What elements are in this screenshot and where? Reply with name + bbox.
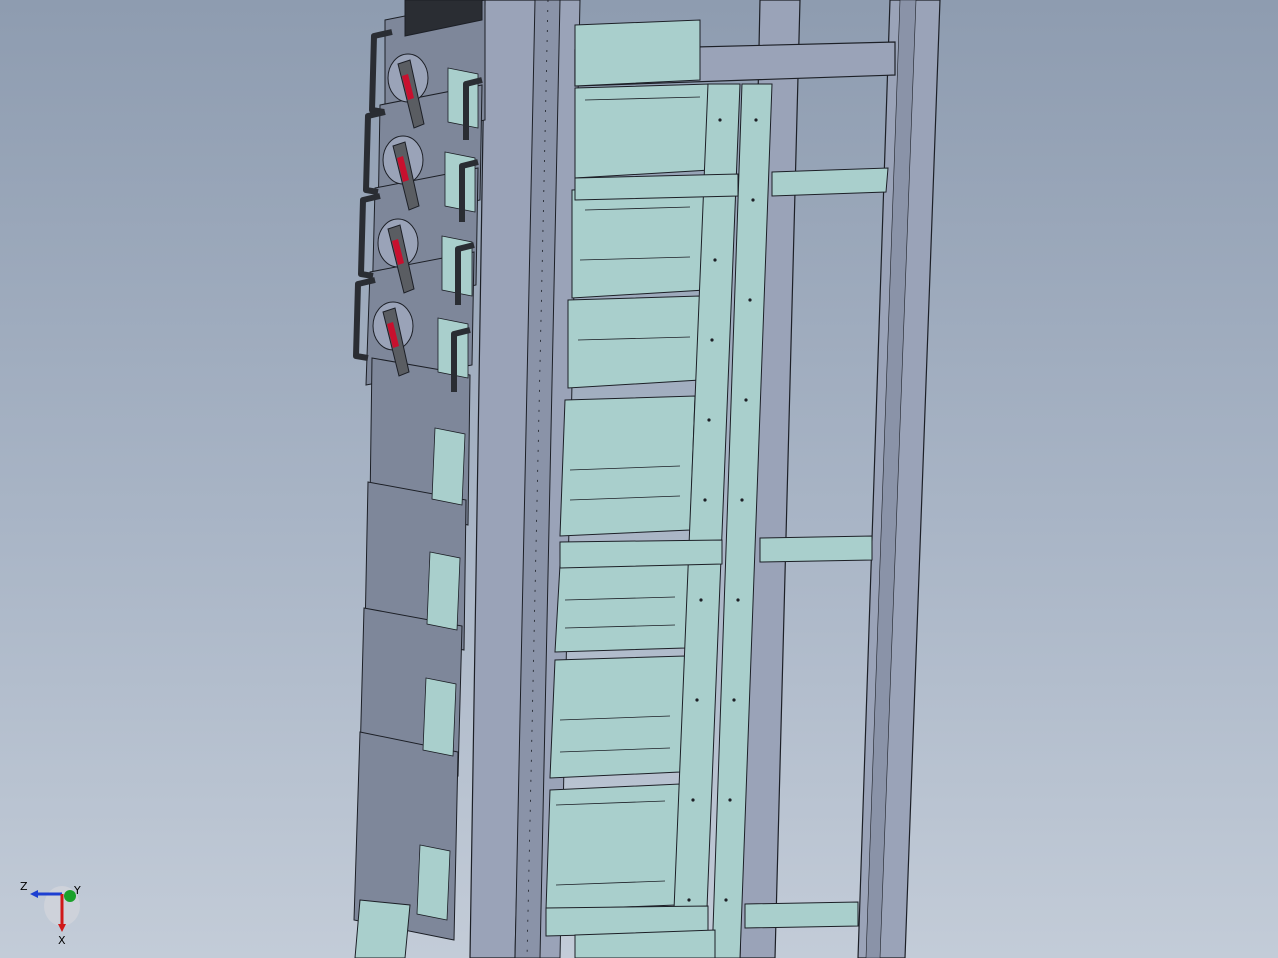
z-axis-label: Z (20, 880, 28, 893)
z-axis-arrowhead (30, 890, 38, 898)
x-axis-arrowhead (58, 924, 66, 932)
x-axis-label: X (58, 934, 66, 946)
y-axis-label: Y (73, 884, 81, 897)
far-frame-post (857, 0, 941, 958)
front-door-panels (353, 0, 486, 941)
orientation-triad[interactable]: Z Y X (14, 876, 94, 946)
cabinet-model[interactable] (0, 0, 1278, 958)
graphics-viewport[interactable]: Z Y X (0, 0, 1278, 958)
